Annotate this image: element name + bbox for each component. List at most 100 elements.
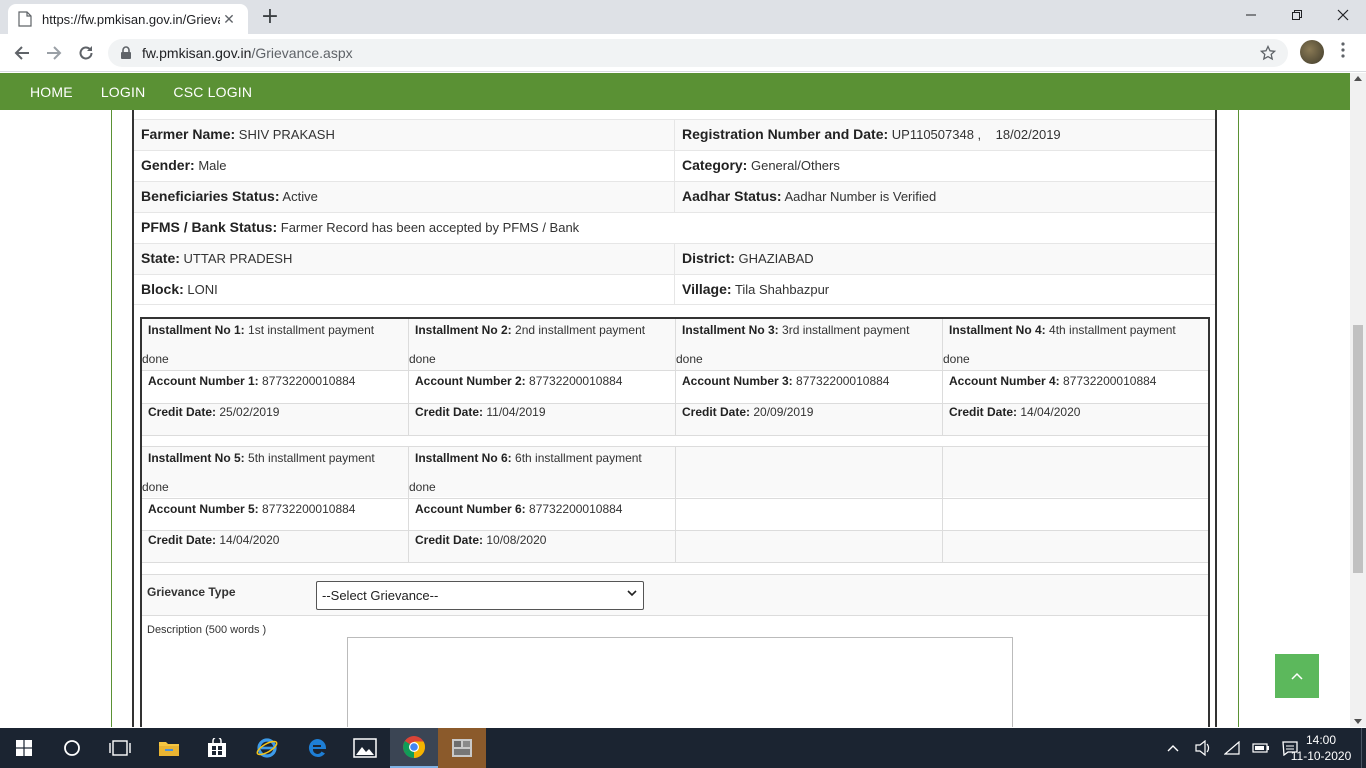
start-button[interactable] bbox=[0, 728, 48, 768]
credit-date-value: 14/04/2020 bbox=[1020, 405, 1081, 419]
back-arrow-icon bbox=[14, 46, 29, 60]
back-button[interactable] bbox=[9, 40, 35, 66]
close-window-button[interactable] bbox=[1320, 0, 1366, 30]
installment-label: Installment No 5: bbox=[148, 451, 245, 465]
installment-section: Installment No 1: 1st installment paymen… bbox=[140, 317, 1210, 727]
block-value: LONI bbox=[187, 282, 218, 297]
grievance-type-select[interactable]: --Select Grievance-- bbox=[316, 581, 644, 610]
browser-tab[interactable]: https://fw.pmkisan.gov.in/Grievan ✕ bbox=[8, 4, 248, 34]
beneficiary-status-cell: Beneficiaries Status: Active bbox=[134, 182, 674, 212]
installment-status-cont: done bbox=[409, 352, 436, 366]
field-label: Farmer Name: bbox=[141, 126, 236, 142]
internet-explorer-button[interactable] bbox=[243, 728, 291, 768]
store-button[interactable] bbox=[193, 728, 241, 768]
new-tab-button[interactable]: + bbox=[258, 4, 282, 30]
address-bar[interactable]: fw.pmkisan.gov.in/Grievance.aspx bbox=[108, 39, 1288, 67]
credit-date: Credit Date: 10/08/2020 bbox=[409, 516, 676, 547]
app-taskbar-button[interactable] bbox=[438, 728, 486, 768]
credit-date-value: 10/08/2020 bbox=[486, 533, 547, 547]
show-desktop-button[interactable] bbox=[1361, 728, 1366, 768]
wifi-icon[interactable] bbox=[1224, 741, 1240, 755]
photos-icon bbox=[353, 738, 377, 758]
search-button[interactable] bbox=[48, 728, 96, 768]
account-label: Account Number 3: bbox=[682, 374, 793, 388]
info-row: Farmer Name: SHIV PRAKASH Registration N… bbox=[134, 119, 1215, 150]
account-number: Account Number 4: 87732200010884 bbox=[943, 366, 1210, 388]
installment-title: Installment No 6: 6th installment paymen… bbox=[409, 447, 676, 465]
minimize-button[interactable] bbox=[1228, 0, 1274, 30]
taskbar-clock[interactable]: 14:00 11-10-2020 bbox=[1290, 732, 1352, 764]
nav-login-link[interactable]: LOGIN bbox=[101, 84, 146, 100]
credit-date-label: Credit Date: bbox=[415, 405, 484, 419]
credit-date-value: 14/04/2020 bbox=[219, 533, 280, 547]
field-label: District: bbox=[682, 250, 735, 266]
account-number: Account Number 6: 87732200010884 bbox=[409, 494, 676, 516]
browser-toolbar: fw.pmkisan.gov.in/Grievance.aspx bbox=[0, 34, 1366, 72]
installment-status-cont: done bbox=[943, 352, 970, 366]
installment-status: 6th installment payment bbox=[515, 451, 642, 465]
battery-icon[interactable] bbox=[1252, 742, 1270, 754]
installment-status: 4th installment payment bbox=[1049, 323, 1176, 337]
photos-button[interactable] bbox=[341, 728, 389, 768]
installment-title: Installment No 4: 4th installment paymen… bbox=[943, 319, 1210, 337]
task-view-button[interactable] bbox=[96, 728, 144, 768]
account-number: Account Number 1: 87732200010884 bbox=[142, 366, 409, 388]
file-explorer-button[interactable] bbox=[145, 728, 193, 768]
browser-titlebar: https://fw.pmkisan.gov.in/Grievan ✕ + bbox=[0, 0, 1366, 34]
restore-button[interactable] bbox=[1274, 0, 1320, 30]
volume-icon[interactable] bbox=[1194, 740, 1212, 756]
account-value: 87732200010884 bbox=[262, 374, 356, 388]
reload-icon bbox=[79, 46, 93, 60]
scroll-to-top-button[interactable] bbox=[1275, 654, 1319, 698]
chrome-taskbar-button[interactable] bbox=[390, 728, 438, 768]
account-label: Account Number 5: bbox=[148, 502, 259, 516]
reload-button[interactable] bbox=[73, 40, 99, 66]
internet-explorer-icon bbox=[256, 738, 278, 758]
info-row: Beneficiaries Status: Active Aadhar Stat… bbox=[134, 181, 1215, 212]
nav-csc-login-link[interactable]: CSC LOGIN bbox=[173, 84, 252, 100]
installment-label: Installment No 2: bbox=[415, 323, 512, 337]
credit-date-label: Credit Date: bbox=[148, 533, 217, 547]
task-view-icon bbox=[109, 740, 131, 756]
nav-home-link[interactable]: HOME bbox=[30, 84, 73, 100]
installment-title: Installment No 5: 5th installment paymen… bbox=[142, 447, 409, 465]
credit-date: Credit Date: 25/02/2019 bbox=[142, 388, 409, 419]
installment-card-4: Installment No 4: 4th installment paymen… bbox=[943, 319, 1210, 419]
account-value: 87732200010884 bbox=[796, 374, 890, 388]
profile-avatar[interactable] bbox=[1300, 40, 1324, 64]
installment-status-cont: done bbox=[409, 480, 436, 494]
installment-card-2: Installment No 2: 2nd installment paymen… bbox=[409, 319, 676, 419]
info-row: Gender: Male Category: General/Others bbox=[134, 150, 1215, 181]
url-text: fw.pmkisan.gov.in/Grievance.aspx bbox=[142, 45, 1260, 61]
grievance-type-row: Grievance Type --Select Grievance-- bbox=[142, 574, 1208, 616]
field-label: State: bbox=[141, 250, 180, 266]
row-divider bbox=[142, 435, 1208, 436]
account-value: 87732200010884 bbox=[262, 502, 356, 516]
village-cell: Village: Tila Shahbazpur bbox=[674, 275, 1214, 304]
row-divider bbox=[142, 562, 1208, 563]
forward-button[interactable] bbox=[41, 40, 67, 66]
aadhar-status-cell: Aadhar Status: Aadhar Number is Verified bbox=[674, 182, 1214, 212]
installment-label: Installment No 3: bbox=[682, 323, 779, 337]
url-path: /Grievance.aspx bbox=[251, 45, 353, 61]
scroll-down-icon[interactable] bbox=[1354, 719, 1362, 725]
bookmark-star-icon[interactable] bbox=[1260, 45, 1276, 61]
page-scrollbar[interactable] bbox=[1350, 73, 1366, 727]
description-textarea[interactable] bbox=[347, 637, 1013, 727]
category-value: General/Others bbox=[750, 158, 840, 173]
account-number: Account Number 5: 87732200010884 bbox=[142, 494, 409, 516]
scroll-up-icon[interactable] bbox=[1354, 75, 1362, 81]
scrollbar-thumb[interactable] bbox=[1353, 325, 1363, 573]
field-label: Aadhar Status: bbox=[682, 188, 782, 204]
installment-label: Installment No 4: bbox=[949, 323, 1046, 337]
chevron-up-icon[interactable] bbox=[1166, 743, 1180, 753]
lock-icon bbox=[121, 46, 131, 59]
page-viewport: HOME LOGIN CSC LOGIN Farmer Name: SHIV P… bbox=[0, 73, 1350, 727]
browser-menu-icon[interactable] bbox=[1336, 42, 1350, 62]
tab-close-icon[interactable]: ✕ bbox=[220, 11, 238, 28]
windows-logo-icon bbox=[16, 740, 32, 756]
installment-card-5: Installment No 5: 5th installment paymen… bbox=[142, 447, 409, 547]
edge-button[interactable] bbox=[293, 728, 341, 768]
account-label: Account Number 2: bbox=[415, 374, 526, 388]
search-circle-icon bbox=[64, 740, 80, 756]
